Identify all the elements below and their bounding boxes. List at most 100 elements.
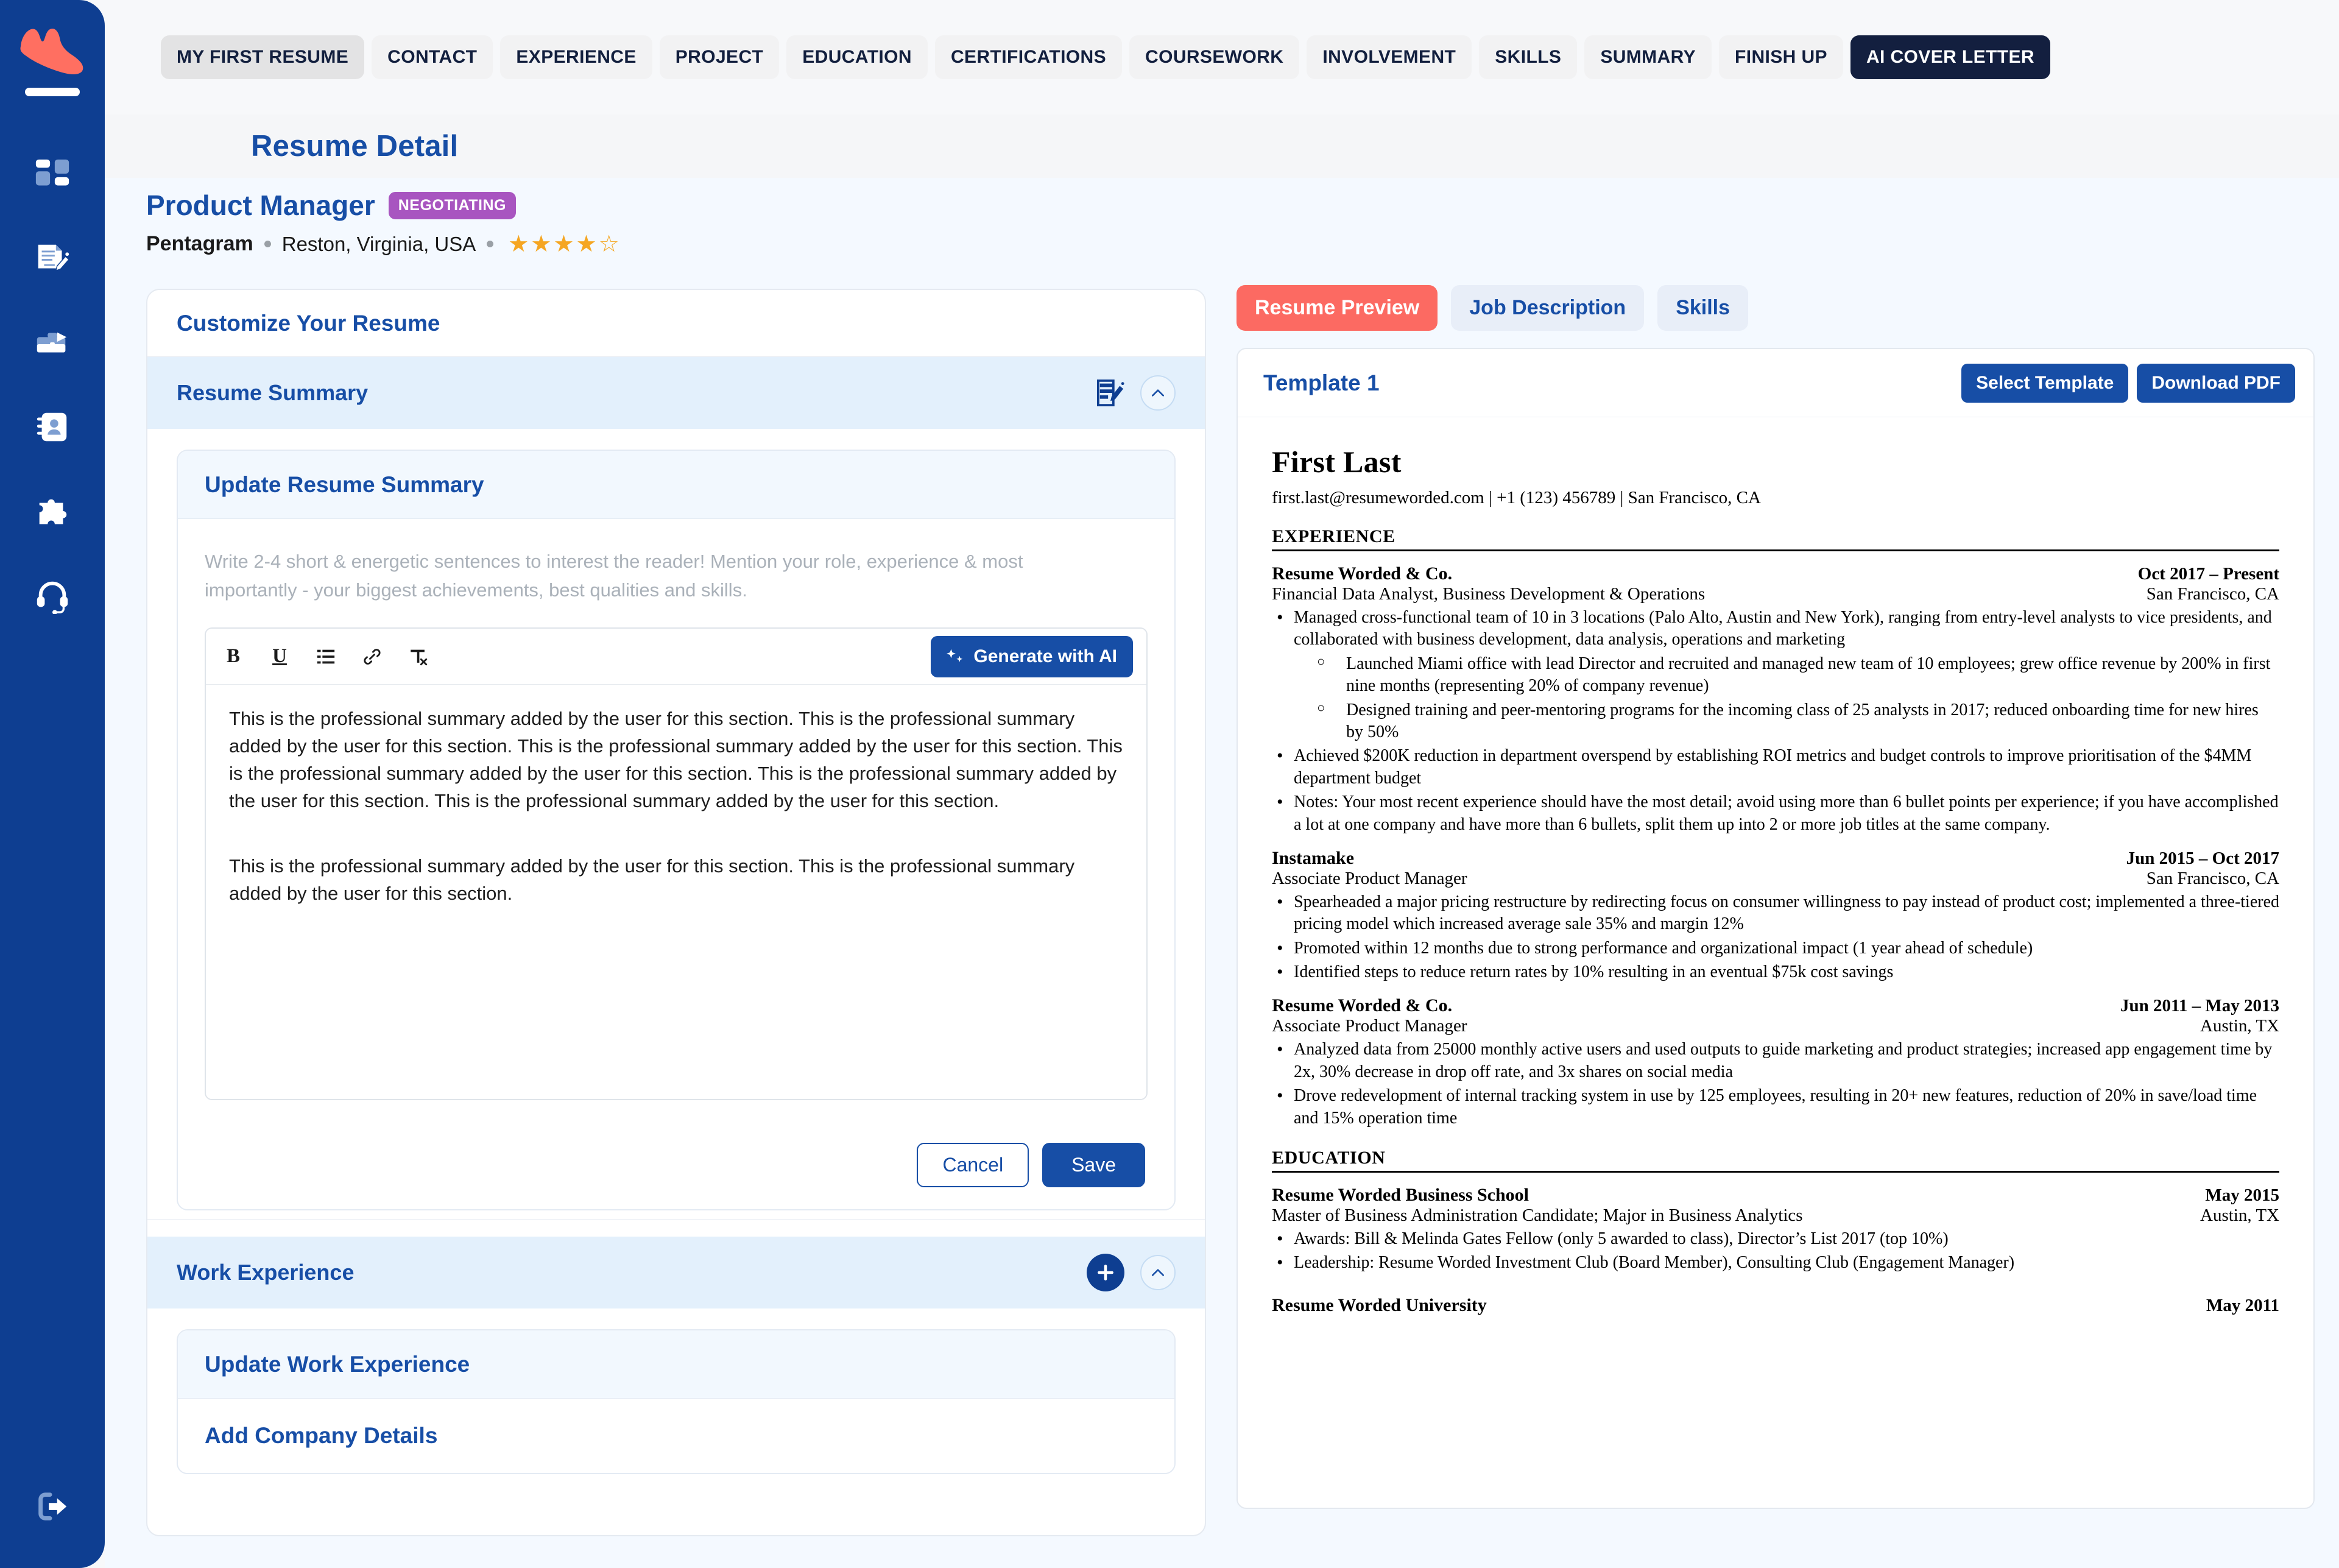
experience-date: Jun 2011 – May 2013: [2120, 996, 2279, 1016]
resume-section-education-heading: EDUCATION: [1272, 1148, 2279, 1173]
sidebar-item-resume-builder[interactable]: [0, 217, 105, 301]
rich-text-editor: B U Generate with AI This is the profess…: [205, 627, 1148, 1101]
tab-education[interactable]: EDUCATION: [786, 35, 928, 79]
resume-experience-entry: Instamake Jun 2015 – Oct 2017 Associate Pr…: [1272, 848, 2279, 984]
sidebar-item-contacts[interactable]: [0, 385, 105, 469]
logout-icon: [38, 1492, 67, 1520]
summary-textarea[interactable]: This is the professional summary added b…: [206, 685, 1146, 1100]
tab-coursework[interactable]: COURSEWORK: [1129, 35, 1300, 79]
education-degree: Master of Business Administration Candid…: [1272, 1206, 1803, 1226]
experience-org: Resume Worded & Co.: [1272, 563, 1453, 584]
resume-education-list: Resume Worded Business School May 2015 Mas…: [1272, 1185, 2279, 1316]
document-edit-icon: [38, 244, 70, 272]
section-title-work-experience: Work Experience: [177, 1260, 355, 1285]
update-work-experience-form: Update Work Experience Add Company Detai…: [177, 1329, 1176, 1475]
star-filled-icon[interactable]: ★: [531, 233, 551, 256]
section-resume-summary: Resume Summary: [147, 357, 1205, 429]
education-bullet-list: Awards: Bill & Melinda Gates Fellow (onl…: [1272, 1227, 2279, 1275]
tab-certifications[interactable]: CERTIFICATIONS: [934, 35, 1123, 79]
tab-finish-up[interactable]: FINISH UP: [1719, 35, 1843, 79]
bullet-list-button[interactable]: [312, 641, 340, 673]
star-empty-icon[interactable]: ☆: [599, 233, 619, 256]
download-pdf-button[interactable]: Download PDF: [2137, 363, 2295, 403]
sidebar: [0, 0, 105, 1568]
customize-resume-card: Customize Your Resume Resume Summary Upd…: [146, 289, 1206, 1536]
resume-education-entry: Resume Worded Business School May 2015 Mas…: [1272, 1185, 2279, 1275]
experience-sub-bullet: Designed training and peer-mentoring pro…: [1312, 699, 2279, 744]
summary-paragraph: This is the professional summary added b…: [229, 855, 1075, 904]
star-filled-icon[interactable]: ★: [576, 233, 597, 256]
job-header: Product Manager NEGOTIATING Pentagram Re…: [146, 189, 1364, 256]
sidebar-item-support[interactable]: [0, 553, 105, 637]
education-bullet: Awards: Bill & Melinda Gates Fellow (onl…: [1272, 1227, 2279, 1251]
resume-document: First Last first.last@resumeworded.com |…: [1238, 417, 2313, 1316]
tab-contact[interactable]: CONTACT: [372, 35, 493, 79]
tab-summary[interactable]: SUMMARY: [1584, 35, 1712, 79]
underline-button[interactable]: U: [266, 641, 294, 673]
subsection-add-company-details: Add Company Details: [205, 1423, 438, 1449]
resume-experience-entry: Resume Worded & Co. Oct 2017 – Present Fin…: [1272, 563, 2279, 836]
experience-bullet-list: Analyzed data from 25000 monthly active …: [1272, 1037, 2279, 1129]
resume-experience-entry: Resume Worded & Co. Jun 2011 – May 2013 As…: [1272, 995, 2279, 1129]
rating-stars[interactable]: ★ ★ ★ ★ ☆: [508, 233, 619, 256]
tab-project[interactable]: PROJECT: [659, 35, 780, 79]
experience-bullet: Notes: Your most recent experience shoul…: [1272, 790, 2279, 836]
tab-job-description[interactable]: Job Description: [1451, 285, 1645, 331]
experience-bullet: Drove redevelopment of internal tracking…: [1272, 1084, 2279, 1129]
sidebar-item-dashboard[interactable]: [0, 133, 105, 217]
experience-sub-bullet: Launched Miami office with lead Director…: [1312, 653, 2279, 697]
education-date: May 2015: [2205, 1185, 2279, 1206]
experience-bullet: Achieved $200K reduction in department o…: [1272, 744, 2279, 789]
tab-my-first-resume[interactable]: MY FIRST RESUME: [161, 35, 365, 79]
summary-hint-text: Write 2-4 short & energetic sentences to…: [205, 551, 1023, 601]
page-title-bar: Resume Detail: [105, 115, 2339, 178]
star-filled-icon[interactable]: ★: [508, 233, 529, 256]
experience-location: San Francisco, CA: [2146, 868, 2279, 888]
generate-with-ai-button[interactable]: Generate with AI: [931, 635, 1133, 677]
sidebar-item-jobs[interactable]: [0, 301, 105, 385]
tab-skills[interactable]: SKILLS: [1479, 35, 1578, 79]
resume-contact-line: first.last@resumeworded.com | +1 (123) 4…: [1272, 488, 1761, 507]
save-button[interactable]: Save: [1042, 1143, 1145, 1188]
plus-icon: [1098, 1265, 1113, 1281]
collapse-resume-summary-button[interactable]: [1140, 375, 1176, 411]
dashboard-icon: [35, 159, 69, 186]
tab-skills-panel[interactable]: Skills: [1657, 285, 1749, 331]
sidebar-item-integrations[interactable]: [0, 469, 105, 553]
brand-logo[interactable]: [16, 21, 89, 96]
logo-mark-icon: [20, 28, 83, 75]
experience-role: Associate Product Manager: [1272, 868, 1467, 888]
resume-preview-card: Template 1 Select Template Download PDF …: [1237, 348, 2315, 1509]
experience-org: Resume Worded & Co.: [1272, 995, 1453, 1016]
preview-column: Resume Preview Job Description Skills Te…: [1237, 285, 2315, 1509]
education-bullet: Leadership: Resume Worded Investment Clu…: [1272, 1251, 2279, 1274]
tab-involvement[interactable]: INVOLVEMENT: [1307, 35, 1472, 79]
clear-formatting-button[interactable]: [404, 641, 432, 673]
preview-header: Template 1 Select Template Download PDF: [1238, 349, 2313, 417]
add-work-experience-button[interactable]: [1087, 1254, 1124, 1292]
insert-link-button[interactable]: [358, 641, 386, 673]
experience-bullet: Promoted within 12 months due to strong …: [1272, 936, 2279, 960]
bold-button[interactable]: B: [219, 641, 247, 673]
collapse-work-experience-button[interactable]: [1140, 1255, 1176, 1291]
edit-resume-summary-button[interactable]: [1096, 379, 1124, 407]
chevron-up-icon: [1152, 1269, 1164, 1276]
editor-toolbar: B U Generate with AI: [206, 629, 1146, 685]
experience-bullet: Identified steps to reduce return rates …: [1272, 960, 2279, 984]
logout-button[interactable]: [0, 1488, 105, 1525]
sidebar-nav: [0, 133, 105, 637]
education-date: May 2011: [2206, 1295, 2279, 1315]
tab-ai-cover-letter[interactable]: AI COVER LETTER: [1850, 35, 2050, 79]
experience-location: Austin, TX: [2200, 1016, 2279, 1036]
cancel-button[interactable]: Cancel: [917, 1143, 1029, 1188]
resume-person-name: First Last: [1272, 445, 1402, 479]
select-template-button[interactable]: Select Template: [1961, 363, 2129, 403]
template-name: Template 1: [1263, 370, 1380, 395]
logo-underline: [25, 88, 80, 96]
star-filled-icon[interactable]: ★: [553, 233, 574, 256]
tab-resume-preview[interactable]: Resume Preview: [1237, 285, 1438, 331]
tab-experience[interactable]: EXPERIENCE: [500, 35, 652, 79]
preview-tabs: Resume Preview Job Description Skills: [1237, 285, 2315, 331]
sparkle-icon: [947, 649, 963, 662]
experience-role: Financial Data Analyst, Business Develop…: [1272, 584, 1706, 604]
